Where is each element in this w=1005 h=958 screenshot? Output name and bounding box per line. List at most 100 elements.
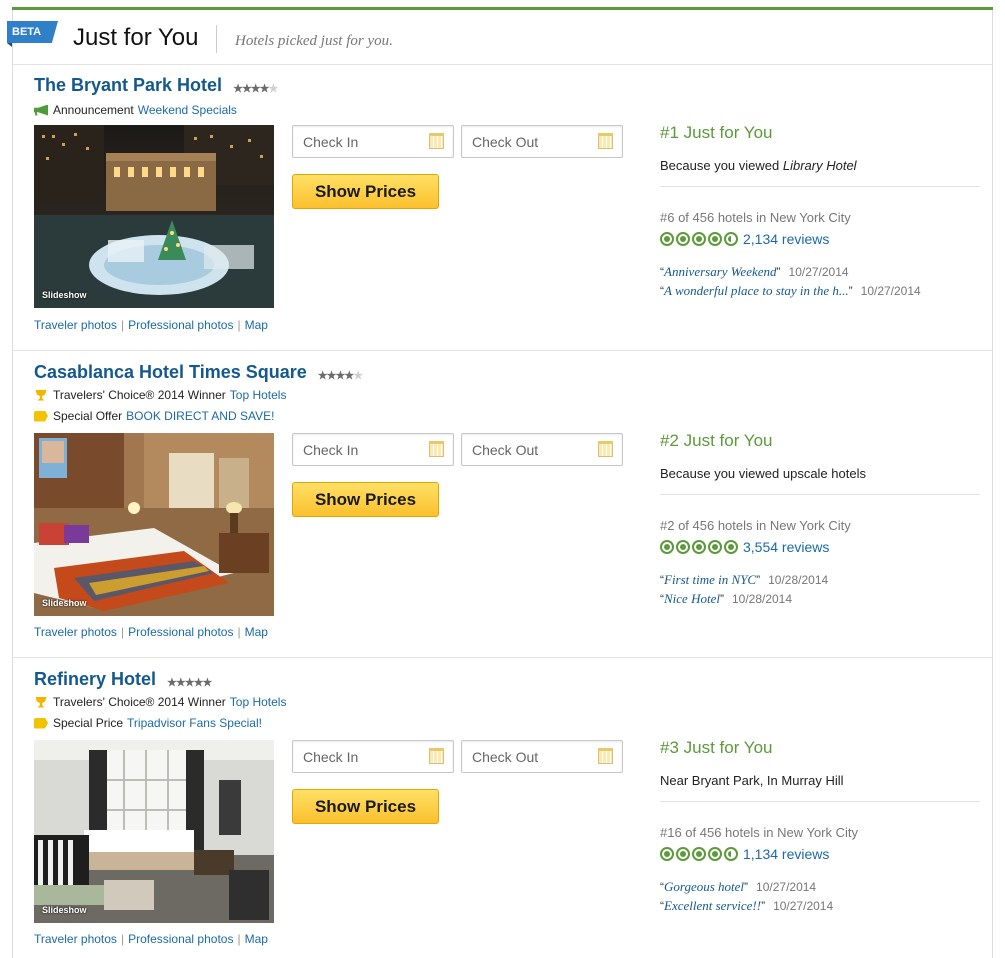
map-link[interactable]: Map [245,318,268,332]
show-prices-button[interactable]: Show Prices [292,482,439,517]
link-separator: | [120,318,125,332]
bubble-rating[interactable]: 3,554 reviews [660,539,829,555]
reason-text: Because you viewed [660,158,783,173]
check-in-placeholder: Check In [303,749,359,765]
just-for-you-rank: #3 Just for You [660,738,773,757]
header-divider [216,25,217,53]
close-quote: ” [776,265,781,279]
review-title-link[interactable]: First time in NYC [664,572,756,587]
show-prices-button[interactable]: Show Prices [292,174,439,209]
reviews-count-link[interactable]: 3,554 reviews [743,539,829,555]
badge-link[interactable]: Weekend Specials [138,103,237,117]
trophy-icon [35,389,47,401]
review-title-link[interactable]: A wonderful place to stay in the h... [664,283,849,298]
check-in-field[interactable]: Check In [292,125,454,158]
hotel-name: The Bryant Park Hotel [34,75,223,95]
hotel-photo[interactable]: Slideshow [34,125,274,308]
badge-travelers-choice: Travelers' Choice® 2014 Winner Top Hotel… [34,695,286,709]
traveler-photos-link[interactable]: Traveler photos [34,932,117,946]
calendar-icon[interactable] [598,748,613,764]
trophy-icon [35,696,47,708]
review-title-link[interactable]: Anniversary Weekend [664,264,777,279]
rating-bubble-icon [724,540,738,554]
page-subtitle: Hotels picked just for you. [235,33,393,49]
check-out-field[interactable]: Check Out [461,740,623,773]
rating-bubble-icon [660,232,674,246]
badge-label: Special Offer [53,409,123,423]
city-rank: #6 of 456 hotels in New York City [660,210,851,225]
bubble-rating[interactable]: 2,134 reviews [660,231,829,247]
calendar-icon[interactable] [598,133,613,149]
review-quote: “Anniversary Weekend” 10/27/2014 [660,264,849,280]
badge-announcement: Announcement Weekend Specials [34,103,237,117]
badge-label: Travelers' Choice® 2014 Winner [53,695,226,709]
badge-link[interactable]: Top Hotels [230,695,287,709]
rating-bubble-half-icon [724,232,738,246]
link-separator: | [120,932,125,946]
calendar-icon[interactable] [429,748,444,764]
badge-label: Travelers' Choice® 2014 Winner [53,388,226,402]
review-date: 10/28/2014 [731,592,793,606]
hotel-photo[interactable]: Slideshow [34,740,274,923]
calendar-icon[interactable] [429,133,444,149]
review-title-link[interactable]: Gorgeous hotel [664,879,744,894]
professional-photos-link[interactable]: Professional photos [128,932,233,946]
check-out-placeholder: Check Out [472,442,539,458]
review-date: 10/27/2014 [773,899,834,913]
review-quote: “Gorgeous hotel” 10/27/2014 [660,879,816,895]
review-title-link[interactable]: Nice Hotel [664,591,720,606]
reason-text: Near Bryant Park, In Murray Hill [660,773,844,788]
hotel-class-stars: ★★★★★ [167,670,212,691]
reviews-count-link[interactable]: 1,134 reviews [743,846,829,862]
map-link[interactable]: Map [245,625,268,639]
hotel-name-link[interactable]: Casablanca Hotel Times Square ★★★★★ [34,362,363,384]
review-quote: “A wonderful place to stay in the h...” 1… [660,283,921,299]
badge-link[interactable]: Tripadvisor Fans Special! [127,716,262,730]
reviews-count-link[interactable]: 2,134 reviews [743,231,829,247]
badge-link[interactable]: BOOK DIRECT AND SAVE! [126,409,274,423]
photo-links: Traveler photos | Professional photos | Map [34,625,268,639]
badge-travelers-choice: Travelers' Choice® 2014 Winner Top Hotel… [34,388,286,402]
rating-bubble-icon [708,232,722,246]
slideshow-label: Slideshow [42,905,87,915]
calendar-icon[interactable] [598,441,613,457]
photo-links: Traveler photos | Professional photos | Map [34,932,268,946]
rating-bubble-half-icon [724,847,738,861]
right-column-rule [660,494,980,495]
review-date: 10/27/2014 [860,284,921,298]
rating-bubble-icon [692,540,706,554]
bubble-rating[interactable]: 1,134 reviews [660,846,829,862]
close-quote: ” [761,899,766,913]
slideshow-label: Slideshow [42,598,87,608]
check-out-field[interactable]: Check Out [461,433,623,466]
professional-photos-link[interactable]: Professional photos [128,318,233,332]
badge-link[interactable]: Top Hotels [230,388,287,402]
star-icon: ★★★★★ [167,676,212,689]
traveler-photos-link[interactable]: Traveler photos [34,318,117,332]
city-rank: #16 of 456 hotels in New York City [660,825,859,840]
just-for-you-rank: #2 Just for You [660,431,773,450]
hotel-name: Casablanca Hotel Times Square [34,362,307,382]
check-out-field[interactable]: Check Out [461,125,623,158]
traveler-photos-link[interactable]: Traveler photos [34,625,117,639]
map-link[interactable]: Map [245,932,268,946]
hotel-name-link[interactable]: Refinery Hotel ★★★★★ [34,669,212,691]
check-in-field[interactable]: Check In [292,740,454,773]
hotel-class-stars: ★★★★★ [233,76,278,97]
tag-icon [34,717,48,729]
calendar-icon[interactable] [429,441,444,457]
rating-bubble-icon [676,847,690,861]
check-out-placeholder: Check Out [472,134,539,150]
close-quote: ” [848,284,853,298]
check-out-placeholder: Check Out [472,749,539,765]
review-title-link[interactable]: Excellent service!! [664,898,761,913]
hotel-name: Refinery Hotel [34,669,157,689]
professional-photos-link[interactable]: Professional photos [128,625,233,639]
check-in-field[interactable]: Check In [292,433,454,466]
show-prices-button[interactable]: Show Prices [292,789,439,824]
beta-badge-fold [7,43,12,47]
hotel-photo[interactable]: Slideshow [34,433,274,616]
hotel-name-link[interactable]: The Bryant Park Hotel ★★★★★ [34,75,278,97]
rating-bubble-icon [692,847,706,861]
link-separator: | [120,625,125,639]
